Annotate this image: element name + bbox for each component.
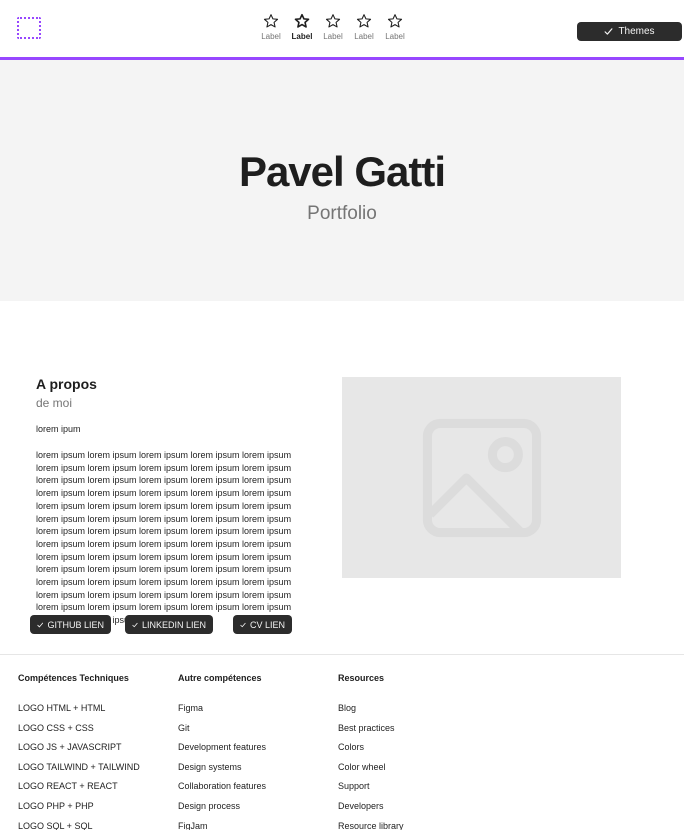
about-body-text: lorem ipsum lorem ipsum lorem ipsum lore… <box>36 450 292 625</box>
star-icon <box>387 14 403 28</box>
hero-title: Pavel Gatti <box>238 148 446 195</box>
footer-link[interactable]: LOGO SQL + SQL <box>18 820 178 830</box>
footer-column-other-skills: Autre compétences Figma Git Development … <box>178 673 338 830</box>
footer-column-resources: Resources Blog Best practices Colors Col… <box>338 673 498 830</box>
star-icon <box>356 14 372 28</box>
footer-link[interactable]: Color wheel <box>338 761 498 781</box>
footer-link[interactable]: Git <box>178 722 338 742</box>
footer-link[interactable]: LOGO HTML + HTML <box>18 702 178 722</box>
footer-link[interactable]: Blog <box>338 702 498 722</box>
image-placeholder-icon <box>422 418 541 537</box>
about-section: A propos de moi lorem ipum lorem ipsum l… <box>36 376 316 627</box>
nav-tab-label: Label <box>261 32 281 41</box>
footer-link[interactable]: Collaboration features <box>178 780 338 800</box>
footer-link[interactable]: Figma <box>178 702 338 722</box>
nav-tab-2[interactable]: Label <box>290 13 314 41</box>
cv-link-label: CV LIEN <box>249 619 285 630</box>
footer-link[interactable]: Developers <box>338 800 498 820</box>
nav-tab-label: Label <box>354 32 374 41</box>
footer-link[interactable]: LOGO TAILWIND + TAILWIND <box>18 761 178 781</box>
check-icon <box>132 622 138 627</box>
star-icon <box>294 13 310 28</box>
star-icon <box>325 14 341 28</box>
hero-subtitle: Portfolio <box>307 203 377 224</box>
footer-column-title: Autre compétences <box>178 673 262 683</box>
footer-link[interactable]: Resource library <box>338 820 498 830</box>
nav-tab-1[interactable]: Label <box>259 13 283 41</box>
nav-tab-5[interactable]: Label <box>383 13 407 41</box>
footer-link[interactable]: LOGO JS + JAVASCRIPT <box>18 741 178 761</box>
logo-placeholder[interactable] <box>17 17 41 39</box>
github-link-label: GITHUB LIEN <box>47 619 104 630</box>
footer-column-title: Compétences Techniques <box>18 673 129 683</box>
footer-link[interactable]: Design systems <box>178 761 338 781</box>
footer-link[interactable]: Best practices <box>338 722 498 742</box>
footer-link[interactable]: Support <box>338 780 498 800</box>
about-intro: lorem ipum <box>36 424 81 434</box>
footer-link[interactable]: LOGO CSS + CSS <box>18 722 178 742</box>
about-subtitle: de moi <box>36 396 73 410</box>
check-icon <box>37 622 44 627</box>
footer-link[interactable]: Development features <box>178 741 338 761</box>
check-icon <box>604 28 613 35</box>
footer-link[interactable]: Design process <box>178 800 338 820</box>
themes-button[interactable]: Themes <box>577 22 682 41</box>
footer-column-title: Resources <box>338 673 385 683</box>
github-link-button[interactable]: GITHUB LIEN <box>30 615 111 634</box>
footer-link[interactable]: LOGO REACT + REACT <box>18 780 178 800</box>
star-icon <box>263 14 279 28</box>
themes-button-label: Themes <box>618 26 655 37</box>
footer-column-technical-skills: Compétences Techniques LOGO HTML + HTML … <box>18 673 178 830</box>
check-icon <box>240 622 246 627</box>
nav-tab-label: Label <box>385 32 405 41</box>
linkedin-link-label: LINKEDIN LIEN <box>141 619 206 630</box>
footer-link[interactable]: LOGO PHP + PHP <box>18 800 178 820</box>
hero-section: Pavel Gatti Portfolio <box>0 60 684 301</box>
about-image-placeholder <box>342 377 621 578</box>
cv-link-button[interactable]: CV LIEN <box>233 615 292 634</box>
about-links: GITHUB LIEN LINKEDIN LIEN CV LIEN <box>30 615 292 634</box>
top-navigation: Label Label Label Label Label Themes <box>0 0 684 57</box>
nav-tab-label: Label <box>323 32 343 41</box>
footer-link[interactable]: Colors <box>338 741 498 761</box>
footer-link[interactable]: FigJam <box>178 820 338 830</box>
nav-tab-3[interactable]: Label <box>321 13 345 41</box>
linkedin-link-button[interactable]: LINKEDIN LIEN <box>125 615 213 634</box>
nav-tabs: Label Label Label Label Label <box>259 13 407 41</box>
nav-tab-label: Label <box>291 32 313 41</box>
nav-tab-4[interactable]: Label <box>352 13 376 41</box>
footer-divider <box>0 654 684 655</box>
about-title: A propos <box>36 376 97 392</box>
